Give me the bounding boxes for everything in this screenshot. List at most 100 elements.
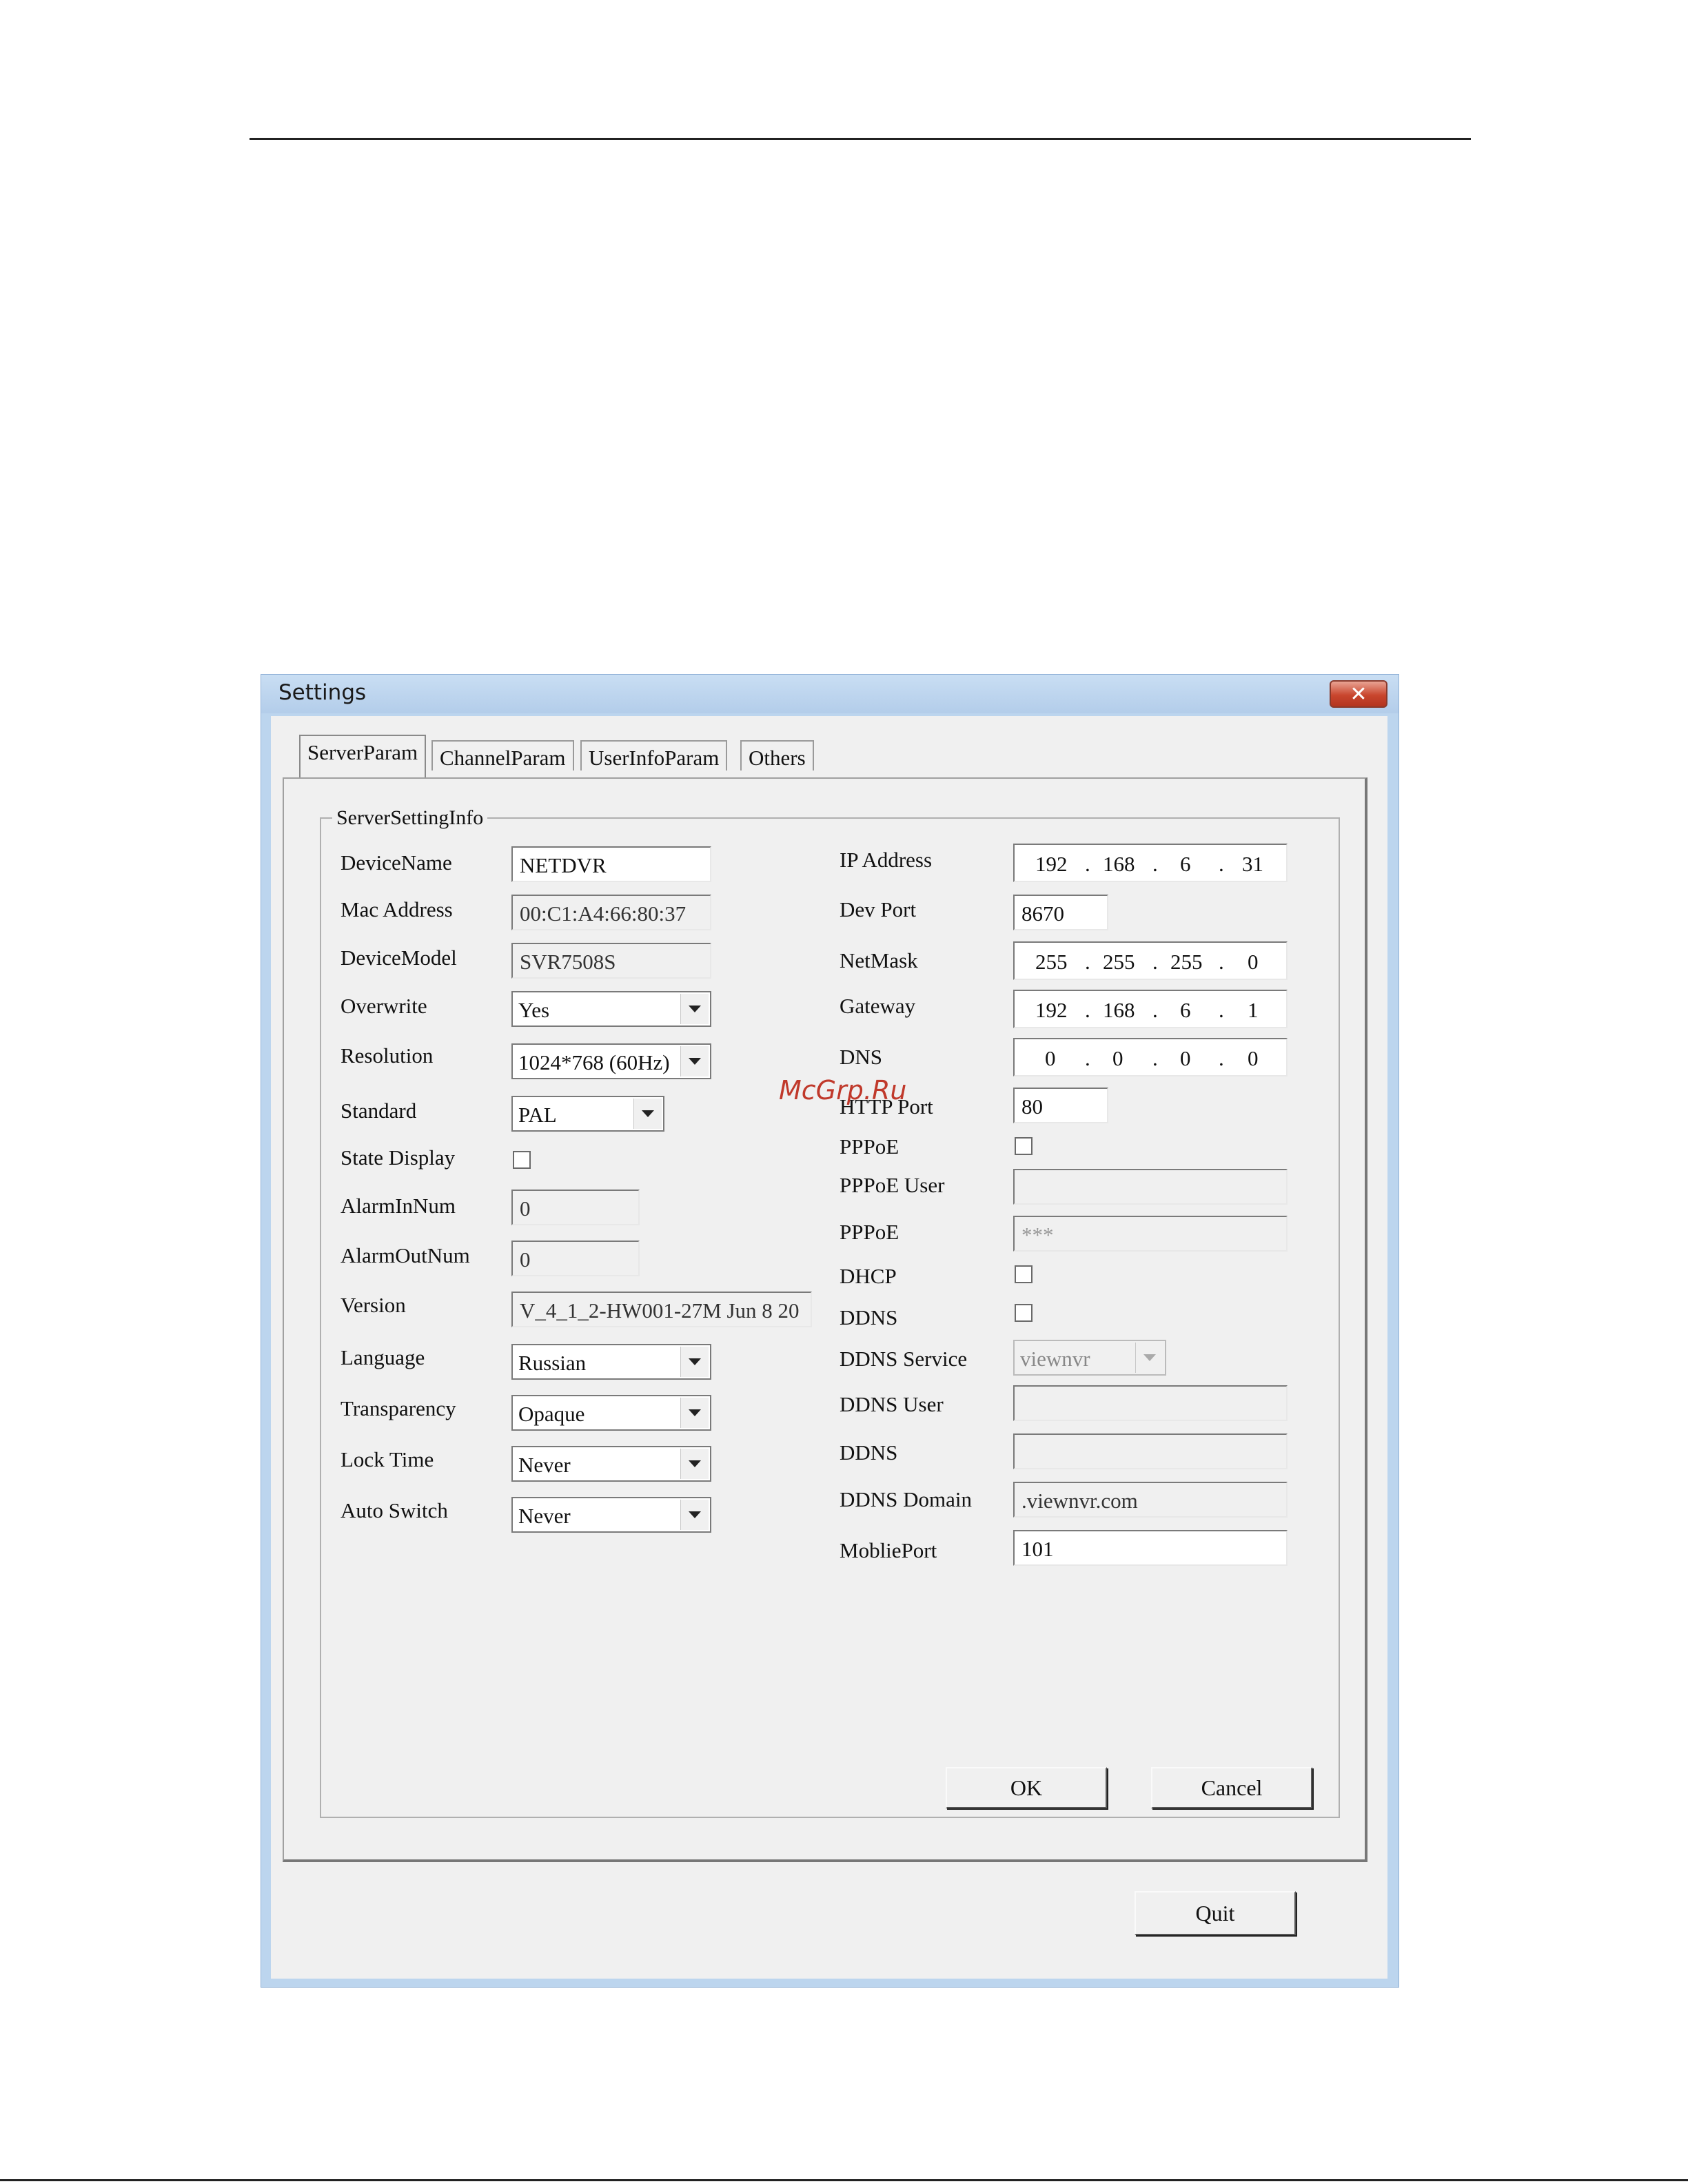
ddns-service-select[interactable]: viewnvr <box>1013 1340 1166 1376</box>
auto-switch-value: Never <box>518 1504 571 1528</box>
state-display-label: State Display <box>340 1145 456 1170</box>
watermark: McGrp.Ru <box>779 1075 907 1105</box>
quit-button[interactable]: Quit <box>1135 1891 1296 1935</box>
gateway-octet: 1 <box>1248 998 1259 1022</box>
transparency-select[interactable]: Opaque <box>511 1395 711 1431</box>
device-name-field[interactable]: NETDVR <box>511 846 711 882</box>
ok-button[interactable]: OK <box>946 1767 1107 1808</box>
ip-dot: . <box>1152 852 1158 876</box>
tab-serverparam[interactable]: ServerParam <box>299 735 427 777</box>
version-label: Version <box>340 1293 406 1317</box>
tab-userinfoparam[interactable]: UserInfoParam <box>580 740 728 770</box>
dns-octet: 0 <box>1045 1046 1056 1070</box>
ddns-password-label: DDNS <box>840 1440 898 1464</box>
standard-select[interactable]: PAL <box>511 1096 664 1132</box>
gateway-field[interactable]: 192 . 168 . 6 . 1 <box>1013 990 1288 1028</box>
netmask-label: NetMask <box>840 948 918 972</box>
ip-octet: 192 <box>1035 852 1068 876</box>
device-model-field: SVR7508S <box>511 943 711 979</box>
ip-dot: . <box>1085 1046 1090 1070</box>
netmask-octet: 255 <box>1170 950 1203 974</box>
standard-label: Standard <box>340 1099 417 1123</box>
overwrite-value: Yes <box>518 998 550 1022</box>
pppoe-password-field[interactable]: *** <box>1013 1216 1288 1252</box>
lock-time-select[interactable]: Never <box>511 1446 711 1482</box>
resolution-select[interactable]: 1024*768 (60Hz) <box>511 1043 711 1079</box>
ddns-domain-field[interactable]: .viewnvr.com <box>1013 1482 1288 1518</box>
tab-channelparam[interactable]: ChannelParam <box>431 740 574 770</box>
alarm-out-field: 0 <box>511 1241 640 1276</box>
chevron-down-icon[interactable] <box>680 1046 709 1076</box>
page-rule-bottom <box>0 2179 1688 2181</box>
auto-switch-select[interactable]: Never <box>511 1497 711 1533</box>
overwrite-select[interactable]: Yes <box>511 991 711 1027</box>
netmask-field[interactable]: 255 . 255 . 255 . 0 <box>1013 941 1288 980</box>
transparency-value: Opaque <box>518 1402 585 1426</box>
version-field: V_4_1_2-HW001-27M Jun 8 20 <box>511 1292 812 1327</box>
ddns-password-field[interactable] <box>1013 1433 1288 1469</box>
gateway-octet: 192 <box>1035 998 1068 1022</box>
groupbox-title: ServerSettingInfo <box>332 806 488 830</box>
ddns-checkbox[interactable] <box>1015 1304 1033 1322</box>
ip-dot: . <box>1085 950 1090 974</box>
close-button[interactable]: ✕ <box>1330 680 1387 708</box>
dhcp-checkbox[interactable] <box>1015 1265 1033 1283</box>
pppoe-user-field[interactable] <box>1013 1169 1288 1205</box>
ddns-service-value: viewnvr <box>1020 1347 1090 1371</box>
cancel-button[interactable]: Cancel <box>1151 1767 1312 1808</box>
pppoe-user-label: PPPoE User <box>840 1173 945 1197</box>
title-bar[interactable]: Settings ✕ <box>261 675 1399 713</box>
state-display-checkbox[interactable] <box>513 1151 531 1169</box>
mac-address-label: Mac Address <box>340 897 453 921</box>
ddns-service-label: DDNS Service <box>840 1347 968 1371</box>
dev-port-field[interactable]: 8670 <box>1013 895 1108 930</box>
standard-value: PAL <box>518 1103 557 1127</box>
ip-dot: . <box>1085 998 1090 1022</box>
chevron-down-icon[interactable] <box>680 1398 709 1428</box>
ip-dot: . <box>1152 950 1158 974</box>
ip-dot: . <box>1152 998 1158 1022</box>
tab-others[interactable]: Others <box>740 740 814 770</box>
resolution-label: Resolution <box>340 1043 434 1068</box>
ip-dot: . <box>1219 1046 1224 1070</box>
mobile-port-field[interactable]: 101 <box>1013 1530 1288 1566</box>
auto-switch-label: Auto Switch <box>340 1498 448 1522</box>
lock-time-label: Lock Time <box>340 1447 434 1471</box>
ip-dot: . <box>1219 852 1224 876</box>
dns-octet: 0 <box>1180 1046 1191 1070</box>
dns-octet: 0 <box>1112 1046 1123 1070</box>
ddns-user-label: DDNS User <box>840 1392 944 1416</box>
ip-dot: . <box>1219 950 1224 974</box>
alarm-in-field: 0 <box>511 1190 640 1225</box>
ip-address-field[interactable]: 192 . 168 . 6 . 31 <box>1013 844 1288 882</box>
http-port-field[interactable]: 80 <box>1013 1088 1108 1123</box>
chevron-down-icon[interactable] <box>1135 1343 1163 1373</box>
chevron-down-icon[interactable] <box>680 1347 709 1377</box>
ddns-user-field[interactable] <box>1013 1385 1288 1421</box>
alarm-in-label: AlarmInNum <box>340 1194 456 1218</box>
netmask-octet: 255 <box>1035 950 1068 974</box>
pppoe-checkbox[interactable] <box>1015 1137 1033 1155</box>
chevron-down-icon[interactable] <box>680 1500 709 1530</box>
gateway-octet: 6 <box>1180 998 1191 1022</box>
chevron-down-icon[interactable] <box>680 994 709 1024</box>
netmask-octet: 0 <box>1248 950 1259 974</box>
language-select[interactable]: Russian <box>511 1344 711 1380</box>
dns-label: DNS <box>840 1045 883 1069</box>
chevron-down-icon[interactable] <box>680 1449 709 1479</box>
ddns-domain-label: DDNS Domain <box>840 1487 973 1511</box>
chevron-down-icon[interactable] <box>633 1099 662 1129</box>
dns-octet: 0 <box>1248 1046 1259 1070</box>
language-value: Russian <box>518 1351 587 1375</box>
device-model-label: DeviceModel <box>340 946 457 970</box>
close-icon: ✕ <box>1350 682 1367 706</box>
gateway-label: Gateway <box>840 994 916 1018</box>
ip-dot: . <box>1219 998 1224 1022</box>
ip-dot: . <box>1085 852 1090 876</box>
dns-field[interactable]: 0 . 0 . 0 . 0 <box>1013 1038 1288 1076</box>
pppoe-password-label: PPPoE <box>840 1220 899 1244</box>
ip-octet: 6 <box>1180 852 1191 876</box>
overwrite-label: Overwrite <box>340 994 427 1018</box>
resolution-value: 1024*768 (60Hz) <box>518 1050 670 1074</box>
language-label: Language <box>340 1345 425 1369</box>
